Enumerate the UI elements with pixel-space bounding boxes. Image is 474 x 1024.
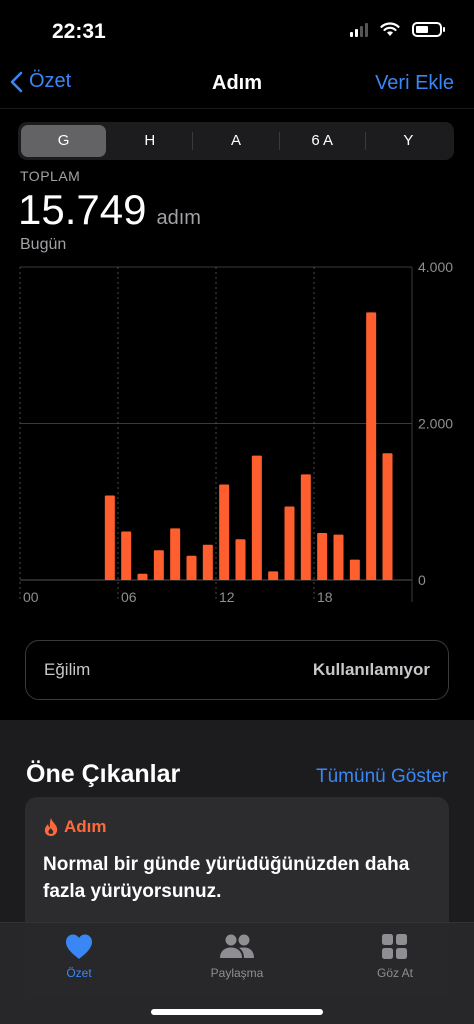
status-bar: 22:31 (0, 0, 474, 60)
bar-18 (317, 533, 328, 580)
tab-browse-label: Göz At (376, 966, 414, 980)
x-tick-label: 18 (317, 589, 333, 605)
trend-row[interactable]: Eğilim Kullanılamıyor (25, 640, 449, 700)
segment-day[interactable]: G (21, 125, 107, 157)
bar-21 (366, 312, 377, 580)
bar-10 (186, 555, 197, 580)
bar-06 (121, 531, 132, 580)
bar-22 (382, 453, 393, 580)
bar-13 (235, 539, 246, 580)
x-tick-label: 06 (121, 589, 137, 605)
bar-08 (153, 550, 164, 580)
home-indicator (151, 1009, 323, 1015)
x-tick-label: 00 (23, 589, 39, 605)
status-time: 22:31 (52, 20, 106, 43)
bar-15 (268, 571, 279, 580)
bar-14 (251, 455, 262, 580)
tab-summary[interactable]: Özet (19, 933, 139, 980)
highlight-card-header: Adım (43, 817, 107, 837)
highlights-title: Öne Çıkanlar (26, 760, 181, 788)
divider (0, 108, 474, 109)
bar-16 (284, 506, 295, 580)
segment-six-months[interactable]: 6 A (280, 125, 365, 157)
x-tick-label: 12 (219, 589, 235, 605)
steps-chart[interactable]: 4.0002.000000 06 12 18 (0, 255, 474, 615)
bar-09 (170, 528, 181, 580)
tab-sharing[interactable]: Paylaşma (177, 933, 297, 980)
tab-bar: Özet Paylaşma Göz At (0, 922, 474, 1024)
bar-17 (300, 474, 311, 580)
tab-summary-label: Özet (66, 966, 92, 980)
flame-icon (44, 818, 58, 836)
bar-19 (333, 534, 344, 580)
battery-icon (412, 22, 445, 37)
bar-20 (349, 559, 360, 580)
total-date: Bugün (20, 236, 67, 253)
total-unit: adım (156, 207, 201, 229)
show-all-link[interactable]: Tümünü Göster (316, 766, 448, 788)
total-number: 15.749 (18, 186, 147, 233)
segment-week[interactable]: H (107, 125, 192, 157)
bar-07 (137, 573, 148, 580)
bar-11 (202, 544, 213, 580)
trend-label: Eğilim (44, 660, 91, 679)
tab-browse[interactable]: Göz At (335, 933, 455, 980)
wifi-icon (380, 22, 400, 36)
tab-sharing-label: Paylaşma (210, 966, 264, 980)
segment-year[interactable]: Y (366, 125, 451, 157)
total-label: TOPLAM (20, 168, 81, 184)
highlight-category: Adım (64, 817, 107, 836)
navigation-bar: Özet Adım Veri Ekle (0, 64, 474, 104)
bar-12 (219, 484, 230, 580)
trend-value: Kullanılamıyor (312, 660, 430, 679)
y-tick-label: 0 (418, 572, 426, 588)
heart-icon (66, 934, 92, 959)
y-tick-label: 2.000 (418, 416, 453, 432)
total-value: 15.749 adım (18, 186, 201, 234)
segment-month[interactable]: A (193, 125, 278, 157)
grid-icon (382, 934, 407, 959)
highlight-text: Normal bir günde yürüdüğünüzden daha faz… (43, 854, 410, 902)
add-data-button[interactable]: Veri Ekle (375, 72, 454, 95)
bar-05 (104, 495, 115, 580)
signal-icon (350, 22, 368, 37)
people-icon (220, 934, 254, 958)
status-icons (350, 22, 445, 37)
time-range-segmented-control: G H A 6 A Y (18, 122, 454, 160)
y-tick-label: 4.000 (418, 259, 453, 275)
